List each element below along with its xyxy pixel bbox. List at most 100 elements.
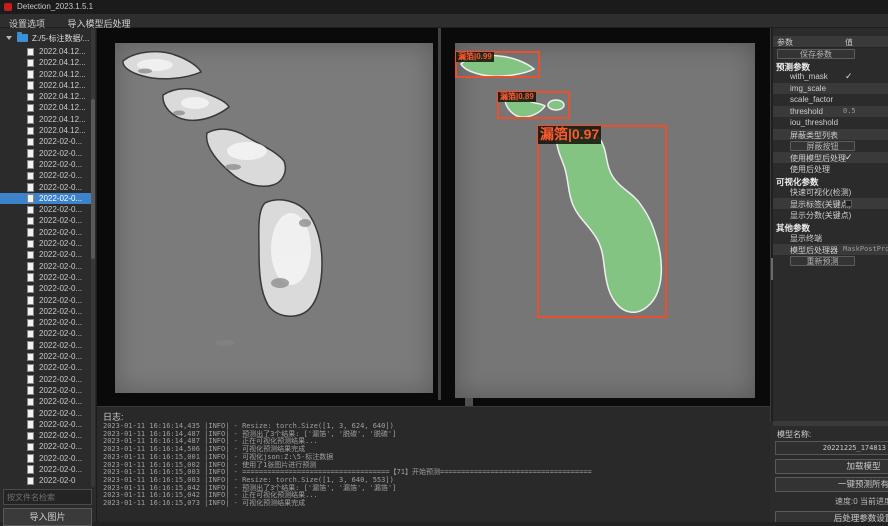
tree-item[interactable]: 2022-02-0... bbox=[0, 249, 94, 260]
tree-item[interactable]: 2022-02-0... bbox=[0, 317, 94, 328]
predict-all-button[interactable]: 一键预测所有 bbox=[775, 477, 888, 492]
tree-item-label: 2022.04.12... bbox=[39, 81, 86, 90]
tree-item[interactable]: 2022-02-0... bbox=[0, 193, 94, 204]
file-icon bbox=[27, 228, 34, 237]
param-button[interactable]: 屏蔽按钮 bbox=[790, 141, 855, 152]
tree-item[interactable]: 2022-02-0... bbox=[0, 204, 94, 215]
raw-image-panel[interactable] bbox=[115, 43, 433, 393]
param-row[interactable]: 快速可视化(检测) bbox=[773, 186, 888, 198]
param-row[interactable]: 使用模型后处理✓ bbox=[773, 152, 888, 164]
param-button[interactable]: 保存参数 bbox=[777, 49, 855, 60]
checkmark-icon[interactable]: ✓ bbox=[845, 71, 853, 82]
tree-item-label: 2022-02-0... bbox=[39, 409, 82, 418]
tree-item-label: 2022-02-0... bbox=[39, 137, 82, 146]
tree-item[interactable]: 2022-02-0... bbox=[0, 396, 94, 407]
param-row[interactable]: with_mask✓ bbox=[773, 71, 888, 83]
tree-item-label: 2022-02-0... bbox=[39, 420, 82, 429]
param-row[interactable]: threshold0.5 bbox=[773, 106, 888, 118]
postprocess-settings-button[interactable]: 后处理参数设置 bbox=[775, 511, 888, 522]
tree-scrollbar-thumb[interactable] bbox=[91, 99, 95, 259]
tree-item-label: 2022-02-0... bbox=[39, 296, 82, 305]
tree-item[interactable]: 2022-02-0... bbox=[0, 182, 94, 193]
tree-item[interactable]: 2022-02-0... bbox=[0, 136, 94, 147]
tree-root[interactable]: Z:/5-标注数据/... bbox=[0, 32, 97, 44]
param-row[interactable]: img_scale bbox=[773, 83, 888, 95]
param-row[interactable]: 显示分数(关键点) bbox=[773, 209, 888, 221]
import-images-button[interactable]: 导入图片 bbox=[3, 508, 92, 526]
load-model-button[interactable]: 加载模型 bbox=[775, 459, 888, 474]
tree-item[interactable]: 2022-02-0... bbox=[0, 283, 94, 294]
file-icon bbox=[27, 477, 34, 486]
param-value[interactable]: 0.5 bbox=[843, 107, 856, 115]
params-header-value: 值 bbox=[845, 37, 853, 48]
tree-item[interactable]: 2022.04.12... bbox=[0, 57, 94, 68]
param-value[interactable]: MaskPostPro bbox=[843, 245, 888, 253]
tree-item[interactable]: 2022-02-0... bbox=[0, 295, 94, 306]
tree-item[interactable]: 2022-02-0... bbox=[0, 272, 94, 283]
tree-item[interactable]: 2022-02-0... bbox=[0, 430, 94, 441]
tree-item-label: 2022.04.12... bbox=[39, 126, 86, 135]
tree-item[interactable]: 2022-02-0... bbox=[0, 408, 94, 419]
param-row[interactable]: 屏蔽按钮 bbox=[773, 140, 888, 152]
model-name-field[interactable]: 20221225_174813 bbox=[775, 441, 888, 455]
tree-item[interactable]: 2022-02-0... bbox=[0, 351, 94, 362]
param-row[interactable]: 显示终端 bbox=[773, 232, 888, 244]
search-input[interactable] bbox=[3, 489, 92, 505]
checkmark-icon[interactable]: ✓ bbox=[845, 152, 853, 163]
file-icon bbox=[27, 420, 34, 429]
tree-item[interactable]: 2022-02-0... bbox=[0, 215, 94, 226]
tree-item[interactable]: 2022-02-0... bbox=[0, 453, 94, 464]
tree-item[interactable]: 2022-02-0... bbox=[0, 362, 94, 373]
param-row[interactable]: 屏蔽类型列表 bbox=[773, 129, 888, 141]
tree-item[interactable]: 2022-02-0... bbox=[0, 227, 94, 238]
tree-item[interactable]: 2022-02-0... bbox=[0, 328, 94, 339]
tree-item[interactable]: 2022.04.12... bbox=[0, 69, 94, 80]
tree-item-label: 2022-02-0... bbox=[39, 284, 82, 293]
tree-item[interactable]: 2022.04.12... bbox=[0, 102, 94, 113]
param-label: iou_threshold bbox=[790, 118, 838, 127]
tree-item[interactable]: 2022-02-0... bbox=[0, 374, 94, 385]
tree-item[interactable]: 2022.04.12... bbox=[0, 91, 94, 102]
param-row[interactable]: iou_threshold bbox=[773, 117, 888, 129]
tree-item[interactable]: 2022-02-0... bbox=[0, 170, 94, 181]
param-row[interactable]: 显示标签(关键点) bbox=[773, 198, 888, 210]
tree-scrollbar[interactable] bbox=[91, 29, 95, 487]
chevron-down-icon[interactable] bbox=[6, 36, 12, 40]
tree-item[interactable]: 2022.04.12... bbox=[0, 114, 94, 125]
tree-item[interactable]: 2022.04.12... bbox=[0, 125, 94, 136]
tree-item[interactable]: 2022.04.12... bbox=[0, 80, 94, 91]
tree-item-label: 2022-02-0... bbox=[39, 363, 82, 372]
tree-item[interactable]: 2022-02-0... bbox=[0, 385, 94, 396]
tree-item[interactable]: 2022-02-0... bbox=[0, 306, 94, 317]
tree-item-label: 2022-02-0... bbox=[39, 250, 82, 259]
checkbox[interactable] bbox=[845, 200, 852, 207]
param-row[interactable]: scale_factor bbox=[773, 94, 888, 106]
file-icon bbox=[27, 172, 34, 181]
tree-item[interactable]: 2022-02-0... bbox=[0, 148, 94, 159]
param-row[interactable]: 模型后处理器MaskPostPro bbox=[773, 244, 888, 256]
param-row[interactable]: 重新预测 bbox=[773, 255, 888, 267]
tree-item[interactable]: 2022-02-0... bbox=[0, 261, 94, 272]
tree-item-label: 2022-02-0... bbox=[39, 194, 82, 203]
file-icon bbox=[27, 285, 34, 294]
tree-item[interactable]: 2022.04.12... bbox=[0, 46, 94, 57]
tree-item[interactable]: 2022-02-0... bbox=[0, 238, 94, 249]
tree-item[interactable]: 2022-02-0... bbox=[0, 419, 94, 430]
splitter-grip[interactable] bbox=[465, 398, 473, 406]
detection-label: 漏箔|0.99 bbox=[456, 52, 494, 62]
tree-item[interactable]: 2022-02-0... bbox=[0, 464, 94, 475]
param-section-row: 其他参数 bbox=[773, 221, 888, 233]
tree-item[interactable]: 2022-02-0... bbox=[0, 441, 94, 452]
file-icon bbox=[27, 262, 34, 271]
file-icon bbox=[27, 240, 34, 249]
image-splitter[interactable] bbox=[438, 28, 441, 400]
tree-item-label: 2022-02-0... bbox=[39, 375, 82, 384]
param-row[interactable]: 保存参数 bbox=[773, 48, 888, 60]
tree-item[interactable]: 2022-02-0... bbox=[0, 340, 94, 351]
param-button[interactable]: 重新预测 bbox=[790, 256, 855, 267]
tree-item[interactable]: 2022-02-0... bbox=[0, 159, 94, 170]
prediction-image-panel[interactable]: 漏箔|0.99漏箔|0.89漏箔|0.97 bbox=[455, 43, 755, 398]
tree-item[interactable]: 2022-02-0 bbox=[0, 475, 94, 486]
file-icon bbox=[27, 465, 34, 474]
param-row[interactable]: 使用后处理 bbox=[773, 163, 888, 175]
